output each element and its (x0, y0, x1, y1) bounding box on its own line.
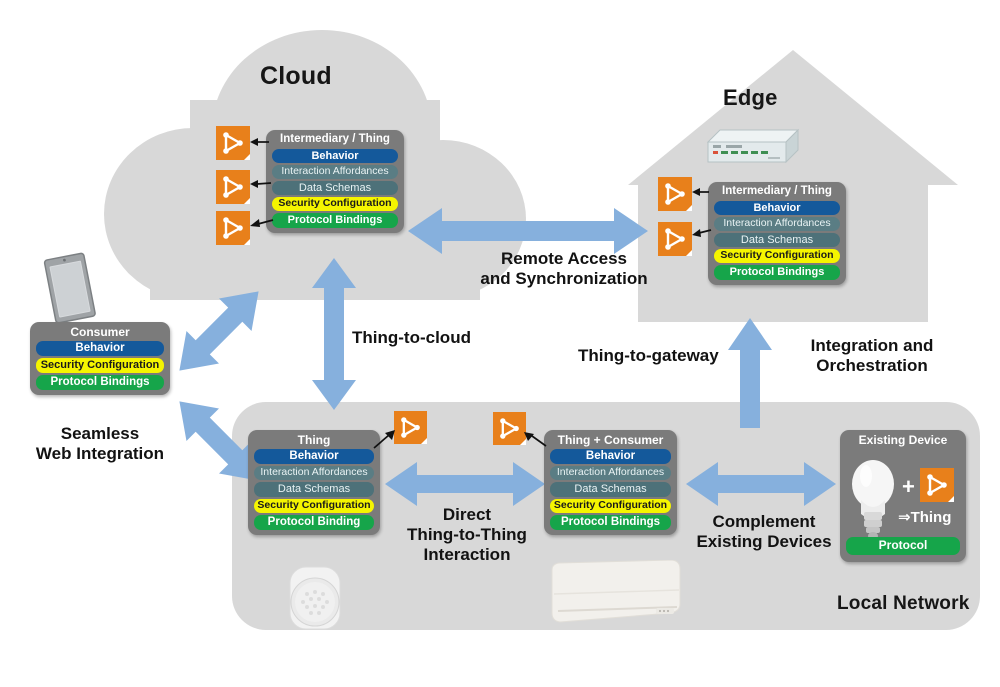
card-title: Existing Device (858, 433, 948, 447)
td-row-behavior[interactable]: Behavior (36, 341, 164, 357)
card-title: Thing (297, 433, 331, 447)
cloud-intermediary-thing-card[interactable]: Intermediary / Thing Behavior Interactio… (266, 130, 404, 233)
card-title: Thing + Consumer (557, 433, 664, 447)
arrow-consumer-cloud (160, 272, 278, 390)
wot-logo-icon[interactable] (216, 211, 250, 245)
td-row-protocol-binding[interactable]: Protocol Binding (254, 514, 374, 530)
thing-consumer-card[interactable]: Thing + Consumer Behavior Interaction Af… (544, 430, 677, 535)
arrow-integration-orchestration (726, 318, 774, 428)
td-row-security-configuration[interactable]: Security Configuration (254, 498, 374, 513)
callout-arrow-to-affordances (692, 226, 712, 240)
td-row-security-configuration[interactable]: Security Configuration (550, 498, 671, 513)
diagram-canvas: Cloud Edge Local Network Intermediary / … (0, 0, 1000, 687)
td-row-data-schemas[interactable]: Data Schemas (550, 482, 671, 497)
callout-arrow-to-thing-card (372, 430, 396, 450)
label-seamless-web-integration: Seamless Web Integration (35, 424, 165, 464)
wot-logo-icon[interactable] (493, 412, 526, 445)
label-direct-thing-to-thing-interaction: Direct Thing-to-Thing Interaction (407, 505, 527, 565)
td-row-data-schemas[interactable]: Data Schemas (714, 232, 840, 248)
wot-logo-icon[interactable] (658, 177, 692, 211)
plus-sign: + (902, 474, 915, 499)
wot-logo-icon[interactable] (216, 126, 250, 160)
td-row-interaction-affordances[interactable]: Interaction Affordances (254, 466, 374, 481)
td-row-behavior[interactable]: Behavior (272, 148, 398, 164)
td-row-behavior[interactable]: Behavior (254, 449, 374, 465)
callout-arrow-to-affordances (250, 178, 272, 192)
light-bulb-icon (848, 452, 898, 542)
air-conditioner-icon (548, 560, 684, 636)
consumer-card[interactable]: Consumer Behavior Security Configuration… (30, 322, 170, 396)
td-row-interaction-affordances[interactable]: Interaction Affordances (714, 217, 840, 231)
callout-arrow-to-security (250, 216, 274, 232)
local-network-zone-title: Local Network (837, 593, 970, 614)
callout-arrow-to-card-title (692, 186, 710, 200)
label-complement-existing-devices: Complement Existing Devices (696, 512, 832, 552)
arrow-complement-existing-devices (686, 460, 836, 508)
td-row-protocol-bindings[interactable]: Protocol Bindings (550, 514, 671, 530)
td-row-protocol-bindings[interactable]: Protocol Bindings (272, 213, 398, 228)
arrow-thing-to-cloud (310, 258, 358, 410)
arrow-thing-to-thing (385, 460, 545, 508)
label-thing-to-gateway: Thing-to-gateway (578, 346, 719, 365)
td-row-protocol-bindings[interactable]: Protocol Bindings (714, 265, 840, 280)
wot-logo-icon[interactable] (920, 468, 954, 502)
thing-card[interactable]: Thing Behavior Interaction Affordances D… (248, 430, 380, 535)
existing-device-card[interactable]: Existing Device + ⇒Thing Protocol (840, 430, 966, 562)
cloud-zone-title: Cloud (260, 62, 332, 90)
td-row-behavior[interactable]: Behavior (550, 449, 671, 465)
td-row-data-schemas[interactable]: Data Schemas (254, 482, 374, 497)
wot-logo-icon[interactable] (394, 411, 427, 444)
card-title: Intermediary / Thing (280, 133, 390, 145)
td-row-data-schemas[interactable]: Data Schemas (272, 180, 398, 196)
td-row-protocol[interactable]: Protocol (846, 537, 960, 555)
edge-zone-title: Edge (723, 85, 778, 110)
label-thing-to-cloud: Thing-to-cloud (352, 328, 471, 347)
card-title: Intermediary / Thing (722, 185, 832, 197)
td-row-protocol-bindings[interactable]: Protocol Bindings (36, 374, 164, 391)
edge-intermediary-thing-card[interactable]: Intermediary / Thing Behavior Interactio… (708, 182, 846, 285)
label-remote-access-and-synchronization: Remote Access and Synchronization (480, 249, 648, 289)
callout-arrow-to-thing-consumer-card (524, 432, 548, 450)
td-row-security-configuration[interactable]: Security Configuration (272, 197, 398, 212)
td-row-behavior[interactable]: Behavior (714, 200, 840, 216)
router-icon (690, 120, 800, 176)
label-integration-and-orchestration: Integration and Orchestration (810, 336, 934, 376)
wot-logo-icon[interactable] (216, 170, 250, 204)
td-row-security-configuration[interactable]: Security Configuration (36, 358, 164, 373)
td-row-interaction-affordances[interactable]: Interaction Affordances (272, 165, 398, 179)
callout-arrow-to-card-title (250, 136, 270, 150)
td-row-interaction-affordances[interactable]: Interaction Affordances (550, 466, 671, 481)
becomes-thing-label: ⇒Thing (898, 509, 952, 526)
td-row-security-configuration[interactable]: Security Configuration (714, 249, 840, 264)
motion-sensor-icon (278, 565, 352, 635)
card-title: Consumer (70, 325, 130, 339)
